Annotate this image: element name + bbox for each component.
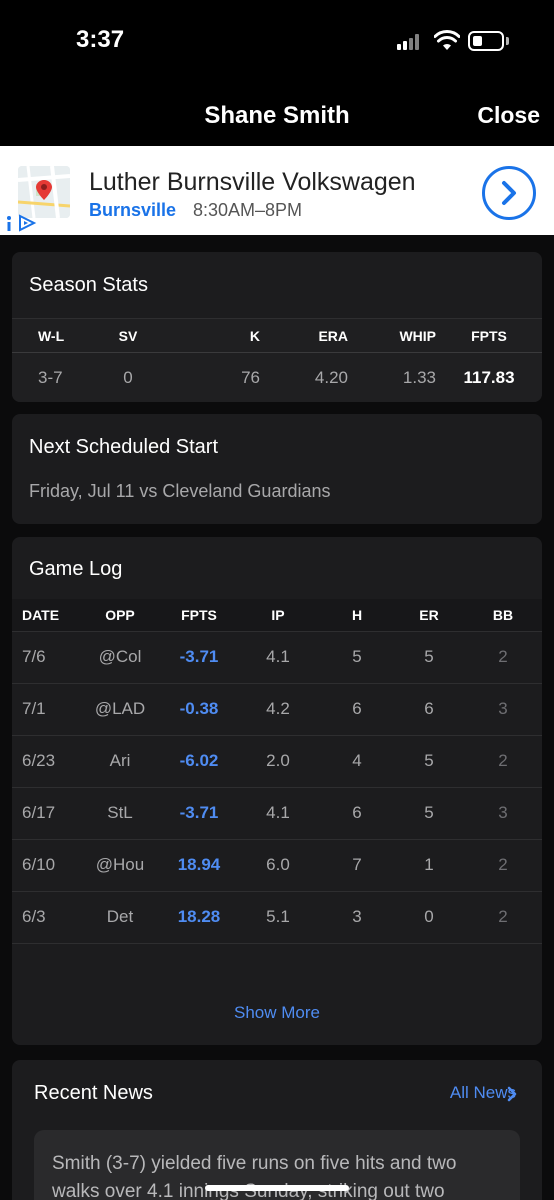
log-ip: 6.0 — [236, 839, 320, 892]
log-opp: Ari — [78, 735, 162, 788]
log-bb: 2 — [464, 891, 542, 944]
log-header-er: ER — [394, 599, 464, 632]
log-h: 6 — [320, 787, 394, 840]
log-header-opp: OPP — [78, 599, 162, 632]
log-er: 0 — [394, 891, 464, 944]
season-era: 4.20 — [314, 367, 348, 387]
log-fpts: 18.28 — [162, 891, 236, 944]
log-h: 3 — [320, 891, 394, 944]
home-indicator[interactable] — [205, 1185, 349, 1191]
next-start-card: Next Scheduled Start Friday, Jul 11 vs C… — [12, 414, 542, 524]
log-fpts: -0.38 — [162, 683, 236, 736]
log-er: 1 — [394, 839, 464, 892]
log-date: 7/6 — [12, 631, 78, 684]
col-header-whip: WHIP — [348, 318, 436, 353]
log-fpts: -3.71 — [162, 631, 236, 684]
log-opp: StL — [78, 787, 162, 840]
log-er: 5 — [394, 735, 464, 788]
col-header-wl: W-L — [12, 318, 88, 353]
log-ip: 5.1 — [236, 891, 320, 944]
season-fpts: 117.83 — [463, 367, 515, 387]
next-start-title: Next Scheduled Start — [29, 436, 218, 458]
season-sv: 0 — [123, 367, 133, 387]
season-k: 76 — [241, 367, 260, 387]
log-header-bb: BB — [464, 599, 542, 632]
log-opp: @Hou — [78, 839, 162, 892]
col-header-k: K — [168, 318, 260, 353]
table-row[interactable]: 6/3 Det 18.28 5.1 3 0 2 — [12, 891, 542, 944]
log-header-ip: IP — [236, 599, 320, 632]
log-h: 6 — [320, 683, 394, 736]
wifi-icon — [434, 30, 460, 50]
ad-city: Burnsville — [89, 200, 177, 220]
log-header-fpts: FPTS — [162, 599, 236, 632]
map-thumbnail-icon — [18, 166, 70, 218]
season-stats-table: W-L SV K ERA WHIP FPTS 3-7 0 76 4.20 1.3… — [12, 318, 542, 402]
log-bb: 2 — [464, 631, 542, 684]
log-ip: 4.1 — [236, 787, 320, 840]
log-ip: 2.0 — [236, 735, 320, 788]
log-h: 7 — [320, 839, 394, 892]
nav-bar: Shane Smith Close — [0, 84, 554, 146]
show-more-button[interactable]: Show More — [12, 1003, 542, 1023]
log-ip: 4.2 — [236, 683, 320, 736]
log-bb: 2 — [464, 735, 542, 788]
cellular-signal-icon — [397, 34, 425, 50]
status-time: 3:37 — [76, 26, 125, 53]
log-fpts: 18.94 — [162, 839, 236, 892]
log-er: 5 — [394, 787, 464, 840]
ad-choices-icon[interactable] — [6, 214, 40, 232]
player-name-title: Shane Smith — [204, 102, 350, 129]
log-opp: Det — [78, 891, 162, 944]
log-date: 6/10 — [12, 839, 78, 892]
news-snippet: Smith (3-7) yielded five runs on five hi… — [52, 1153, 457, 1200]
game-log-table: DATE OPP FPTS IP H ER BB 7/6 @Col -3.71 … — [12, 599, 542, 944]
season-stats-card: Season Stats W-L SV K ERA WHIP FPTS 3-7 … — [12, 252, 542, 402]
ad-banner[interactable]: Luther Burnsville Volkswagen Burnsville … — [0, 146, 554, 235]
ad-hours: 8:30AM–8PM — [193, 200, 303, 220]
log-er: 6 — [394, 683, 464, 736]
log-h: 4 — [320, 735, 394, 788]
season-stats-title: Season Stats — [29, 274, 148, 296]
log-bb: 3 — [464, 683, 542, 736]
table-row[interactable]: 6/10 @Hou 18.94 6.0 7 1 2 — [12, 839, 542, 892]
col-header-fpts: FPTS — [436, 318, 542, 353]
table-row[interactable]: 7/6 @Col -3.71 4.1 5 5 2 — [12, 631, 542, 684]
chevron-right-icon — [502, 181, 516, 205]
log-opp: @Col — [78, 631, 162, 684]
log-date: 6/23 — [12, 735, 78, 788]
log-date: 7/1 — [12, 683, 78, 736]
log-fpts: -3.71 — [162, 787, 236, 840]
table-row[interactable]: 7/1 @LAD -0.38 4.2 6 6 3 — [12, 683, 542, 736]
col-header-era: ERA — [260, 318, 348, 353]
log-er: 5 — [394, 631, 464, 684]
log-header-h: H — [320, 599, 394, 632]
log-bb: 3 — [464, 787, 542, 840]
season-wl: 3-7 — [38, 367, 63, 387]
season-whip: 1.33 — [402, 367, 436, 387]
log-date: 6/17 — [12, 787, 78, 840]
close-button[interactable]: Close — [477, 102, 540, 129]
log-date: 6/3 — [12, 891, 78, 944]
table-row[interactable]: 6/23 Ari -6.02 2.0 4 5 2 — [12, 735, 542, 788]
battery-nub — [506, 37, 509, 45]
table-row[interactable]: 6/17 StL -3.71 4.1 6 5 3 — [12, 787, 542, 840]
log-ip: 4.1 — [236, 631, 320, 684]
log-opp: @LAD — [78, 683, 162, 736]
ad-title: Luther Burnsville Volkswagen — [89, 168, 416, 196]
log-header-date: DATE — [12, 599, 78, 632]
ad-directions-button[interactable] — [482, 166, 536, 220]
next-start-text: Friday, Jul 11 vs Cleveland Guardians — [29, 481, 331, 501]
chevron-right-icon[interactable] — [506, 1085, 518, 1103]
game-log-title: Game Log — [29, 558, 123, 580]
log-bb: 2 — [464, 839, 542, 892]
recent-news-title: Recent News — [34, 1082, 153, 1104]
col-header-sv: SV — [88, 318, 168, 353]
status-bar: 3:37 — [0, 0, 554, 84]
game-log-card: Game Log DATE OPP FPTS IP H ER BB 7/6 @C… — [12, 537, 542, 1045]
battery-icon — [468, 31, 504, 51]
log-h: 5 — [320, 631, 394, 684]
log-fpts: -6.02 — [162, 735, 236, 788]
